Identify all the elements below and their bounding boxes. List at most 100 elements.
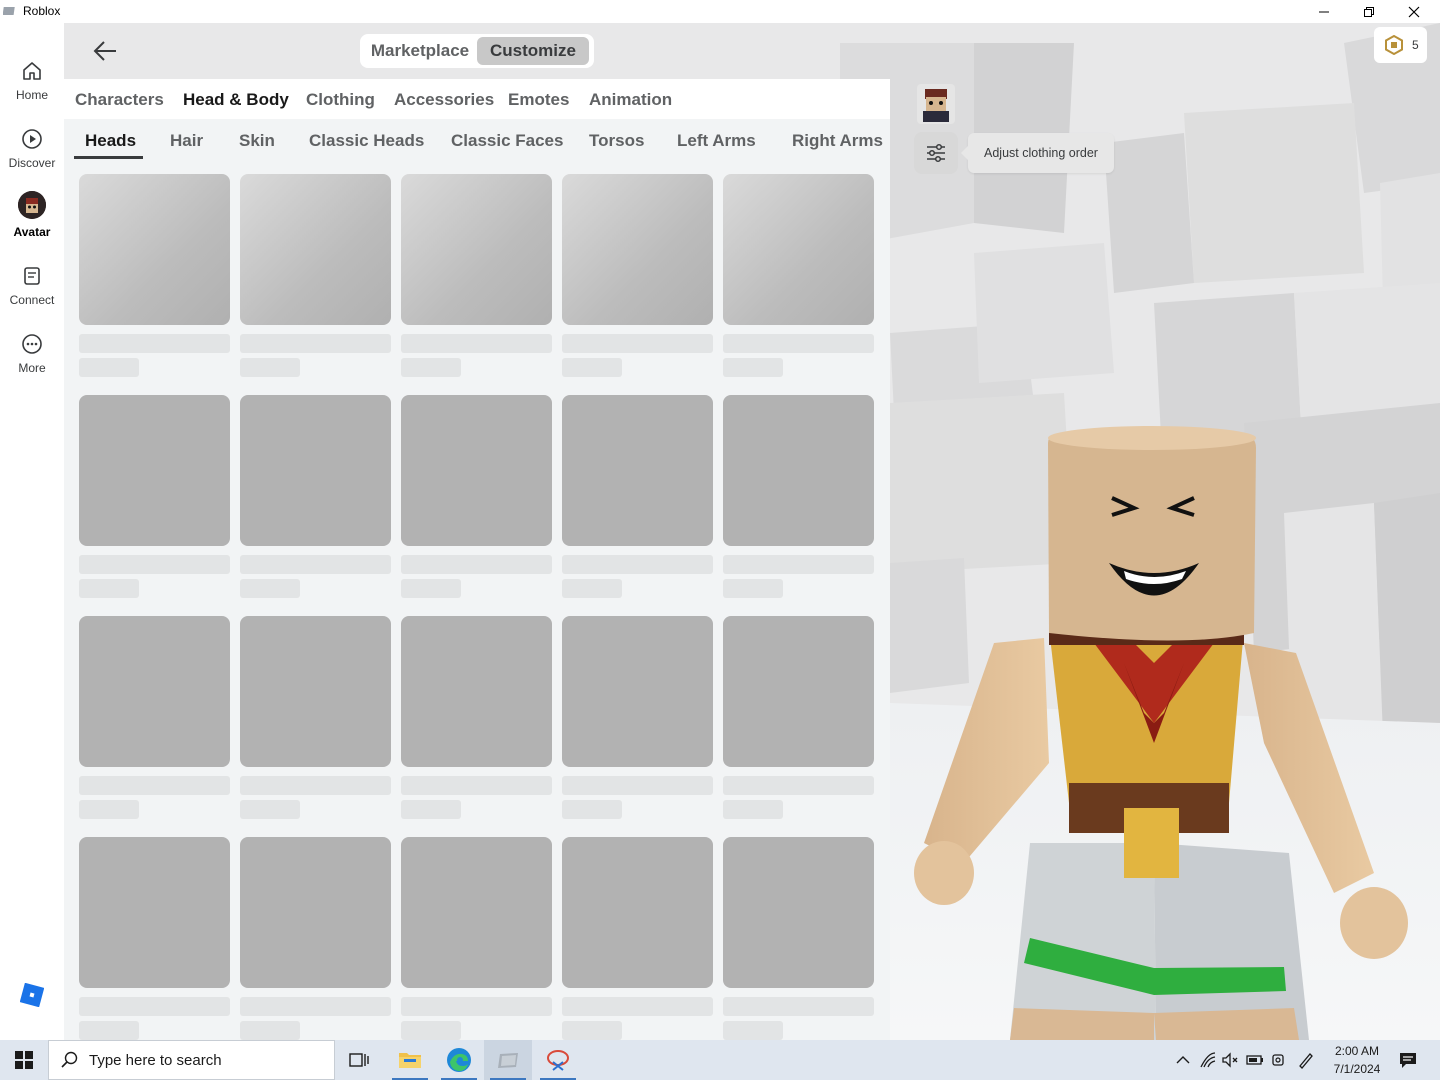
item-price-placeholder [562, 358, 622, 377]
back-arrow-icon[interactable] [92, 38, 120, 64]
item-price-placeholder [240, 1021, 300, 1040]
marketplace-tab[interactable]: Marketplace [363, 37, 477, 65]
item-thumbnail-placeholder [562, 616, 713, 767]
item-name-placeholder [401, 997, 552, 1016]
item-thumbnail-placeholder [79, 174, 230, 325]
item-card-loading[interactable] [401, 174, 552, 377]
item-price-placeholder [401, 579, 461, 598]
item-name-placeholder [401, 555, 552, 574]
taskbar-file-explorer[interactable] [386, 1040, 434, 1080]
item-card-loading[interactable] [401, 837, 552, 1040]
edge-browser-icon [447, 1048, 471, 1072]
subtab-classic-faces[interactable]: Classic Faces [451, 131, 563, 151]
tab-characters[interactable]: Characters [75, 90, 164, 110]
item-card-loading[interactable] [79, 837, 230, 1040]
item-card-loading[interactable] [240, 174, 391, 377]
item-card-loading[interactable] [79, 395, 230, 598]
chevron-up-icon[interactable] [1174, 1051, 1192, 1069]
nav-label-connect: Connect [9, 293, 55, 307]
item-price-placeholder [401, 1021, 461, 1040]
sliders-icon [927, 143, 945, 163]
nav-label-discover: Discover [8, 156, 56, 170]
item-name-placeholder [240, 997, 391, 1016]
item-name-placeholder [79, 776, 230, 795]
minimize-icon [1319, 11, 1329, 12]
item-price-placeholder [79, 579, 139, 598]
minimize-button[interactable] [1301, 0, 1347, 23]
item-card-loading[interactable] [401, 395, 552, 598]
window-title: Roblox [23, 4, 61, 18]
item-card-loading[interactable] [240, 395, 391, 598]
meet-now-icon[interactable] [1270, 1051, 1288, 1069]
taskbar-clock[interactable]: 2:00 AM 7/1/2024 [1318, 1042, 1396, 1078]
volume-muted-icon[interactable] [1221, 1051, 1239, 1069]
item-card-loading[interactable] [723, 616, 874, 819]
subtab-heads[interactable]: Heads [85, 131, 136, 151]
item-card-loading[interactable] [240, 616, 391, 819]
item-card-loading[interactable] [562, 837, 713, 1040]
item-thumbnail-placeholder [401, 616, 552, 767]
item-price-placeholder [240, 358, 300, 377]
pen-icon[interactable] [1297, 1051, 1315, 1069]
item-card-loading[interactable] [79, 616, 230, 819]
nav-item-connect[interactable]: Connect [0, 263, 64, 323]
avatar-headshot-button[interactable] [917, 84, 955, 124]
nav-item-avatar[interactable]: Avatar [0, 191, 64, 251]
task-view-button[interactable] [335, 1040, 383, 1080]
tab-head-and-body[interactable]: Head & Body [183, 90, 289, 110]
item-card-loading[interactable] [240, 837, 391, 1040]
nav-item-more[interactable]: More [0, 331, 64, 391]
taskbar-roblox[interactable] [484, 1040, 532, 1080]
notification-icon[interactable] [1398, 1050, 1418, 1070]
tooltip: Adjust clothing order [961, 133, 1114, 173]
robux-balance-button[interactable]: 5 [1374, 27, 1427, 63]
subtab-right-arms[interactable]: Right Arms [792, 131, 883, 151]
customize-tab[interactable]: Customize [477, 37, 589, 65]
subtab-torsos[interactable]: Torsos [589, 131, 644, 151]
robux-icon [1385, 35, 1403, 55]
tab-animation[interactable]: Animation [589, 90, 672, 110]
item-card-loading[interactable] [562, 174, 713, 377]
item-price-placeholder [562, 1021, 622, 1040]
subtab-left-arms[interactable]: Left Arms [677, 131, 756, 151]
battery-icon[interactable] [1246, 1051, 1264, 1069]
subtab-classic-heads[interactable]: Classic Heads [309, 131, 424, 151]
item-name-placeholder [562, 334, 713, 353]
item-card-loading[interactable] [723, 837, 874, 1040]
active-tab-indicator [74, 156, 143, 159]
item-card-loading[interactable] [79, 174, 230, 377]
nav-item-home[interactable]: Home [0, 58, 64, 118]
item-price-placeholder [723, 358, 783, 377]
item-thumbnail-placeholder [401, 174, 552, 325]
snipping-tool-icon [547, 1050, 569, 1071]
chat-icon [24, 267, 40, 285]
network-icon[interactable] [1199, 1051, 1217, 1069]
subtab-skin[interactable]: Skin [239, 131, 275, 151]
item-thumbnail-placeholder [562, 395, 713, 546]
item-name-placeholder [562, 776, 713, 795]
tab-accessories[interactable]: Accessories [394, 90, 494, 110]
item-card-loading[interactable] [562, 616, 713, 819]
taskbar-search[interactable]: Type here to search [48, 1040, 335, 1080]
item-card-loading[interactable] [723, 174, 874, 377]
item-price-placeholder [79, 358, 139, 377]
restore-button[interactable] [1346, 0, 1392, 23]
item-name-placeholder [401, 776, 552, 795]
item-card-loading[interactable] [562, 395, 713, 598]
adjust-clothing-order-button[interactable] [914, 132, 958, 174]
subtab-hair[interactable]: Hair [170, 131, 203, 151]
item-price-placeholder [723, 800, 783, 819]
tab-clothing[interactable]: Clothing [306, 90, 375, 110]
tab-emotes[interactable]: Emotes [508, 90, 569, 110]
item-price-placeholder [401, 358, 461, 377]
roblox-logo-icon[interactable] [20, 983, 44, 1007]
mode-switch: Marketplace Customize [360, 34, 594, 68]
item-card-loading[interactable] [401, 616, 552, 819]
taskbar: Type here to search 2:00 AM 7/1/2024 [0, 1040, 1440, 1080]
taskbar-edge[interactable] [435, 1040, 483, 1080]
close-button[interactable] [1391, 0, 1437, 23]
item-card-loading[interactable] [723, 395, 874, 598]
nav-item-discover[interactable]: Discover [0, 126, 64, 186]
taskbar-snipping-tool[interactable] [534, 1040, 582, 1080]
start-button[interactable] [0, 1040, 48, 1080]
